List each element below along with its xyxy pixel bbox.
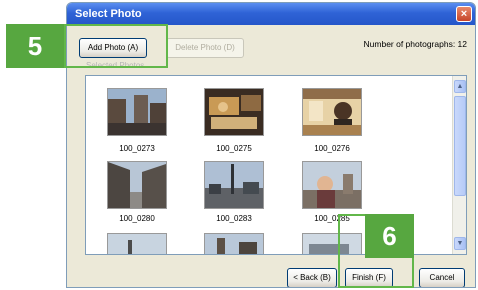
photo-thumbnail[interactable] <box>205 234 263 254</box>
photo-image <box>303 89 361 135</box>
photo-image <box>205 89 263 135</box>
photo-name: 100_0276 <box>314 144 350 153</box>
close-button[interactable]: × <box>456 6 472 22</box>
photo-thumbnail[interactable] <box>205 89 263 135</box>
photo-thumbnail[interactable] <box>205 162 263 208</box>
photo-name: 100_0273 <box>119 144 155 153</box>
vertical-scrollbar[interactable]: ▲ ▼ <box>452 76 466 254</box>
photo-thumbnail[interactable] <box>303 89 361 135</box>
photo-image <box>303 162 361 208</box>
photo-image <box>205 234 263 254</box>
photo-name: 100_0280 <box>119 214 155 223</box>
back-button[interactable]: < Back (B) <box>287 268 337 287</box>
photo-count-label: Number of photographs: 12 <box>363 39 467 49</box>
photo-image <box>205 162 263 208</box>
photo-image <box>108 89 166 135</box>
callout-6-badge: 6 <box>365 214 414 258</box>
dialog-title: Select Photo <box>75 8 142 20</box>
scroll-up-icon[interactable]: ▲ <box>454 80 466 93</box>
photo-thumbnail[interactable] <box>108 234 166 254</box>
photo-name: 100_0283 <box>216 214 252 223</box>
photo-thumbnail[interactable] <box>303 162 361 208</box>
photo-thumbnail[interactable] <box>108 162 166 208</box>
photo-image <box>108 162 166 208</box>
scroll-down-icon[interactable]: ▼ <box>454 237 466 250</box>
cancel-button[interactable]: Cancel <box>419 268 465 287</box>
title-bar[interactable]: Select Photo × <box>67 3 475 25</box>
callout-5-badge: 5 <box>6 24 64 68</box>
photo-thumbnail[interactable] <box>108 89 166 135</box>
callout-5-frame <box>64 24 168 68</box>
scroll-thumb[interactable] <box>454 96 466 196</box>
delete-photo-button[interactable]: Delete Photo (D) <box>166 38 244 58</box>
photo-image <box>108 234 166 254</box>
photo-name: 100_0275 <box>216 144 252 153</box>
